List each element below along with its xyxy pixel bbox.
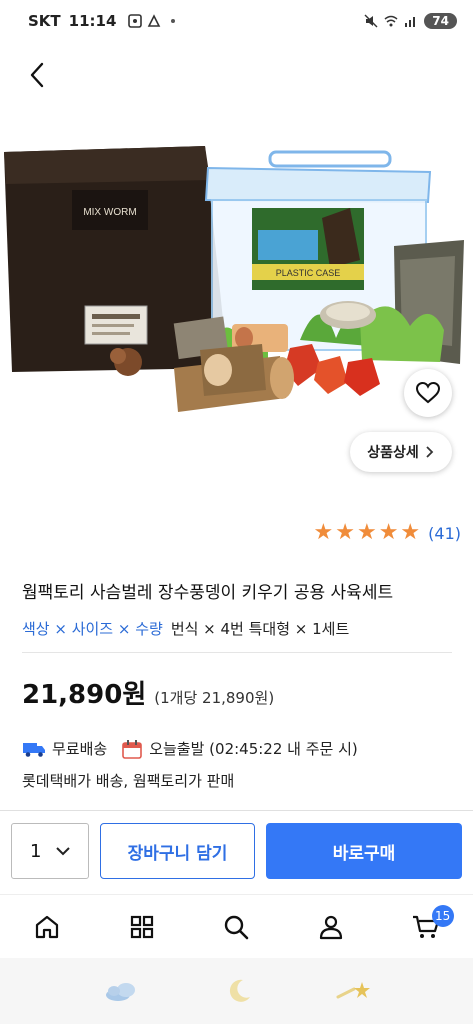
unit-price: (1개당 21,890원) <box>154 689 275 707</box>
rating-summary[interactable]: ★ ★ ★ ★ ★ (41) <box>313 522 461 544</box>
nav-search[interactable] <box>212 903 260 951</box>
wifi-icon <box>384 15 398 27</box>
signal-icon <box>405 17 416 27</box>
nav-cart[interactable]: 15 <box>402 903 454 951</box>
option-label: 색상 × 사이즈 × 수량 <box>22 620 163 638</box>
selected-options[interactable]: 색상 × 사이즈 × 수량 번식 × 4번 특대형 × 1세트 <box>22 618 349 639</box>
product-detail-label: 상품상세 <box>367 445 419 461</box>
option-value: 번식 × 4번 특대형 × 1세트 <box>170 620 350 638</box>
system-navigation-bar <box>0 958 473 1024</box>
truck-icon <box>23 742 45 757</box>
chevron-down-icon <box>56 847 71 856</box>
clock: 11:14 <box>68 12 117 30</box>
quantity-select[interactable]: 1 <box>11 823 89 879</box>
cloud-icon[interactable] <box>102 979 142 1003</box>
notification-icon <box>148 14 161 27</box>
mute-icon <box>364 14 378 28</box>
star-icon: ★ <box>356 520 377 545</box>
screenshot-icon <box>128 14 143 28</box>
cart-count-badge: 15 <box>431 904 454 927</box>
buy-now-button[interactable]: 바로구매 <box>266 823 462 879</box>
dot-icon <box>171 19 176 23</box>
add-to-cart-button[interactable]: 장바구니 담기 <box>100 823 255 879</box>
case-label: PLASTIC CASE <box>276 268 341 278</box>
search-icon <box>225 915 249 939</box>
back-button[interactable] <box>20 58 54 92</box>
purchase-bar: 1 장바구니 담기 바로구매 <box>0 810 473 894</box>
delivery-info: 무료배송 오늘출발 (02:45:22 내 주문 시) <box>22 738 358 759</box>
chevron-left-icon <box>30 62 44 88</box>
divider <box>22 652 452 653</box>
status-bar: SKT 11:14 74 <box>0 0 473 42</box>
shooting-star-icon[interactable] <box>336 979 372 1003</box>
same-day-shipping-label: 오늘출발 (02:45:22 내 주문 시) <box>149 740 358 758</box>
price: 21,890원 <box>22 680 147 710</box>
calendar-icon <box>122 739 143 759</box>
carrier-label: SKT <box>28 12 61 30</box>
product-title: 웜팩토리 사슴벌레 장수풍뎅이 키우기 공용 사육세트 <box>22 583 394 603</box>
nav-category[interactable] <box>118 903 166 951</box>
wishlist-button[interactable] <box>404 369 452 417</box>
star-icon: ★ <box>313 520 334 545</box>
bag-label: MIX WORM <box>83 207 136 218</box>
quantity-value: 1 <box>30 840 42 862</box>
star-icon: ★ <box>335 520 355 545</box>
chevron-right-icon <box>426 446 434 458</box>
battery-indicator: 74 <box>424 13 457 29</box>
price-row: 21,890원 (1개당 21,890원) <box>22 674 274 711</box>
grid-icon <box>130 915 153 938</box>
star-icon: ★ <box>400 520 421 545</box>
seller-info: 롯데택배가 배송, 웜팩토리가 판매 <box>22 772 235 790</box>
review-count[interactable]: (41) <box>428 524 461 543</box>
bottom-navigation: 15 <box>0 894 473 958</box>
moon-icon[interactable] <box>225 977 253 1005</box>
free-shipping-label: 무료배송 <box>52 740 108 758</box>
product-detail-button[interactable]: 상품상세 <box>350 432 452 472</box>
nav-home[interactable] <box>23 903 71 951</box>
user-icon <box>319 915 343 939</box>
star-icon: ★ <box>378 520 399 545</box>
nav-my-page[interactable] <box>307 903 355 951</box>
heart-icon <box>415 381 441 404</box>
home-icon <box>36 915 59 938</box>
